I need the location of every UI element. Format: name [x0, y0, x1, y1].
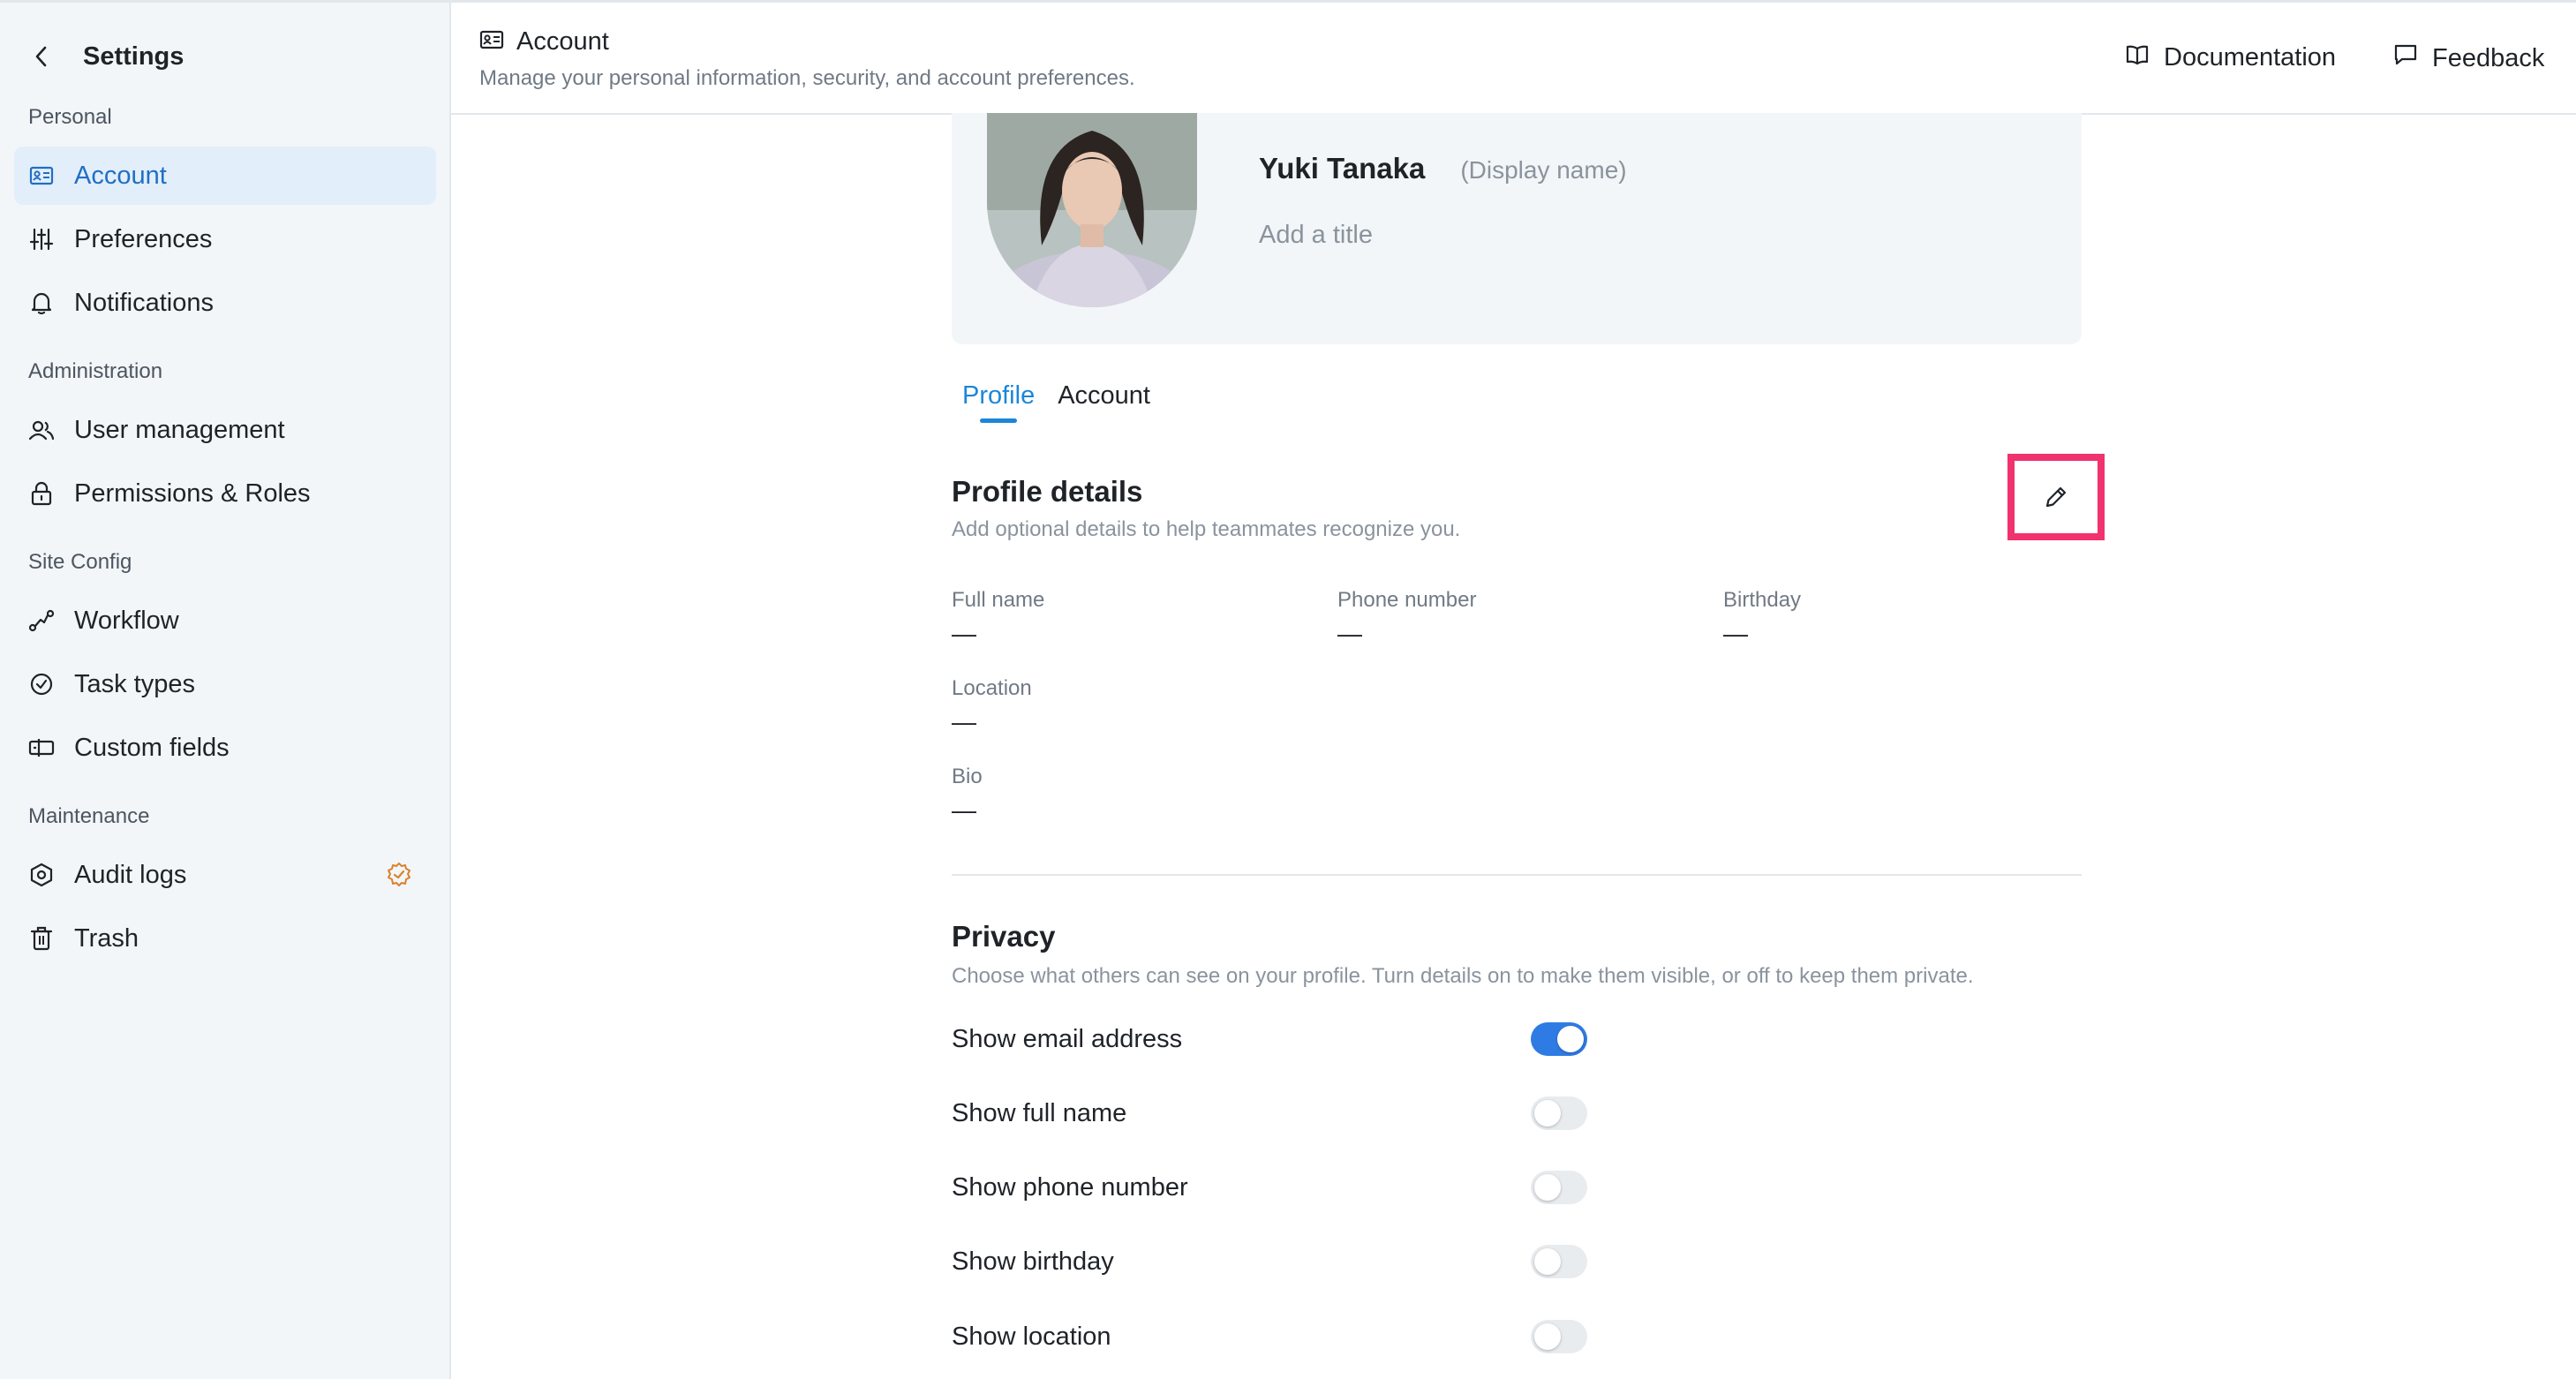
- privacy-row-email: Show email address: [952, 1017, 1587, 1061]
- privacy-row-phone: Show phone number: [952, 1165, 1587, 1209]
- sidebar-item-audit-logs[interactable]: Audit logs: [14, 846, 436, 904]
- sidebar-item-label: User management: [74, 415, 285, 444]
- sidebar-item-label: Permissions & Roles: [74, 479, 311, 508]
- feedback-link[interactable]: Feedback: [2393, 43, 2544, 73]
- add-title-field[interactable]: Add a title: [1259, 221, 1373, 250]
- privacy-title: Privacy: [952, 920, 1056, 953]
- privacy-label: Show birthday: [952, 1247, 1114, 1276]
- field-value: —: [1723, 620, 1748, 647]
- header-title-row: Account: [479, 27, 609, 57]
- display-name-row: Yuki Tanaka (Display name): [1259, 152, 1627, 185]
- field-location: Location —: [952, 676, 1032, 736]
- field-full-name: Full name —: [952, 588, 1044, 648]
- sidebar-item-label: Workflow: [74, 606, 179, 635]
- id-card-icon: [479, 29, 504, 55]
- privacy-label: Show location: [952, 1322, 1111, 1351]
- privacy-label: Show phone number: [952, 1172, 1188, 1202]
- sidebar-item-notifications[interactable]: Notifications: [14, 274, 436, 332]
- toggle-show-location[interactable]: [1531, 1320, 1587, 1353]
- sidebar-item-custom-fields[interactable]: Custom fields: [14, 719, 436, 777]
- toggle-show-phone[interactable]: [1531, 1171, 1587, 1204]
- page-header: Account Manage your personal information…: [451, 0, 2576, 115]
- privacy-row-birthday: Show birthday: [952, 1240, 1587, 1284]
- display-name-hint: (Display name): [1460, 156, 1627, 184]
- verified-badge-icon: [385, 861, 413, 889]
- id-card-icon: [28, 162, 55, 189]
- sidebar-item-task-types[interactable]: Task types: [14, 655, 436, 713]
- section-divider: [952, 874, 2082, 876]
- documentation-label: Documentation: [2164, 43, 2337, 72]
- sidebar-item-trash[interactable]: Trash: [14, 909, 436, 968]
- field-value: —: [1337, 620, 1362, 647]
- user-name[interactable]: Yuki Tanaka: [1259, 152, 1425, 185]
- profile-card: Yuki Tanaka (Display name) Add a title: [952, 113, 2082, 344]
- lock-icon: [28, 480, 55, 507]
- documentation-link[interactable]: Documentation: [2125, 43, 2336, 72]
- book-icon: [2125, 43, 2150, 72]
- sidebar-item-label: Preferences: [74, 224, 213, 253]
- field-value: —: [952, 796, 976, 824]
- field-label: Full name: [952, 588, 1045, 612]
- section-maintenance: Maintenance: [28, 804, 150, 828]
- field-label: Bio: [952, 765, 983, 788]
- back-button[interactable]: [26, 41, 56, 72]
- field-label: Birthday: [1723, 588, 1802, 612]
- profile-details-title: Profile details: [952, 475, 1143, 508]
- field-value: —: [952, 708, 976, 735]
- profile-details-subtitle: Add optional details to help teammates r…: [952, 517, 1461, 541]
- privacy-label: Show full name: [952, 1098, 1127, 1127]
- sidebar-item-label: Account: [74, 161, 167, 190]
- sidebar-item-account[interactable]: Account: [14, 147, 436, 205]
- sidebar-header: Settings: [26, 38, 184, 75]
- sidebar-item-workflow[interactable]: Workflow: [14, 592, 436, 650]
- feedback-label: Feedback: [2432, 43, 2545, 72]
- sidebar-item-preferences[interactable]: Preferences: [14, 210, 436, 268]
- page-title: Account: [516, 27, 609, 56]
- field-label: Location: [952, 676, 1032, 700]
- section-personal: Personal: [28, 105, 112, 129]
- users-icon: [28, 417, 55, 443]
- trash-icon: [28, 925, 55, 952]
- field-bio: Bio —: [952, 765, 983, 825]
- hexagon-settings-icon: [28, 862, 55, 888]
- sidebar-item-user-management[interactable]: User management: [14, 401, 436, 459]
- sidebar-item-label: Custom fields: [74, 733, 230, 762]
- sidebar-item-label: Trash: [74, 923, 139, 953]
- workflow-icon: [28, 607, 55, 634]
- toggle-show-full-name[interactable]: [1531, 1096, 1587, 1130]
- pencil-icon: [2045, 486, 2067, 508]
- section-site-config: Site Config: [28, 550, 132, 574]
- message-icon: [2393, 43, 2418, 73]
- sidebar-item-label: Audit logs: [74, 860, 187, 889]
- field-label: Phone number: [1337, 588, 1477, 612]
- privacy-row-full-name: Show full name: [952, 1091, 1587, 1135]
- profile-tabs: Profile Account: [962, 381, 1150, 423]
- custom-field-icon: [28, 735, 55, 761]
- sidebar-item-permissions-roles[interactable]: Permissions & Roles: [14, 464, 436, 523]
- privacy-label: Show email address: [952, 1024, 1183, 1053]
- field-phone-number: Phone number —: [1337, 588, 1476, 648]
- tab-account[interactable]: Account: [1058, 381, 1150, 423]
- privacy-subtitle: Choose what others can see on your profi…: [952, 964, 1974, 988]
- settings-sidebar: Settings Personal Account Preferences No…: [0, 0, 451, 1379]
- chevron-left-icon: [35, 46, 47, 67]
- field-birthday: Birthday —: [1723, 588, 1801, 648]
- bell-icon: [28, 290, 55, 316]
- toggle-show-email[interactable]: [1531, 1022, 1587, 1056]
- toggle-show-birthday[interactable]: [1531, 1245, 1587, 1278]
- section-administration: Administration: [28, 359, 163, 383]
- sliders-icon: [28, 226, 55, 252]
- avatar[interactable]: [987, 113, 1197, 307]
- sidebar-item-label: Notifications: [74, 288, 214, 317]
- sidebar-title: Settings: [83, 41, 185, 71]
- field-value: —: [952, 620, 976, 647]
- edit-profile-button[interactable]: [2007, 454, 2105, 540]
- page-subtitle: Manage your personal information, securi…: [479, 66, 1135, 90]
- sidebar-item-label: Task types: [74, 669, 195, 698]
- tab-profile[interactable]: Profile: [962, 381, 1035, 423]
- check-circle-icon: [28, 671, 55, 697]
- privacy-row-location: Show location: [952, 1315, 1587, 1359]
